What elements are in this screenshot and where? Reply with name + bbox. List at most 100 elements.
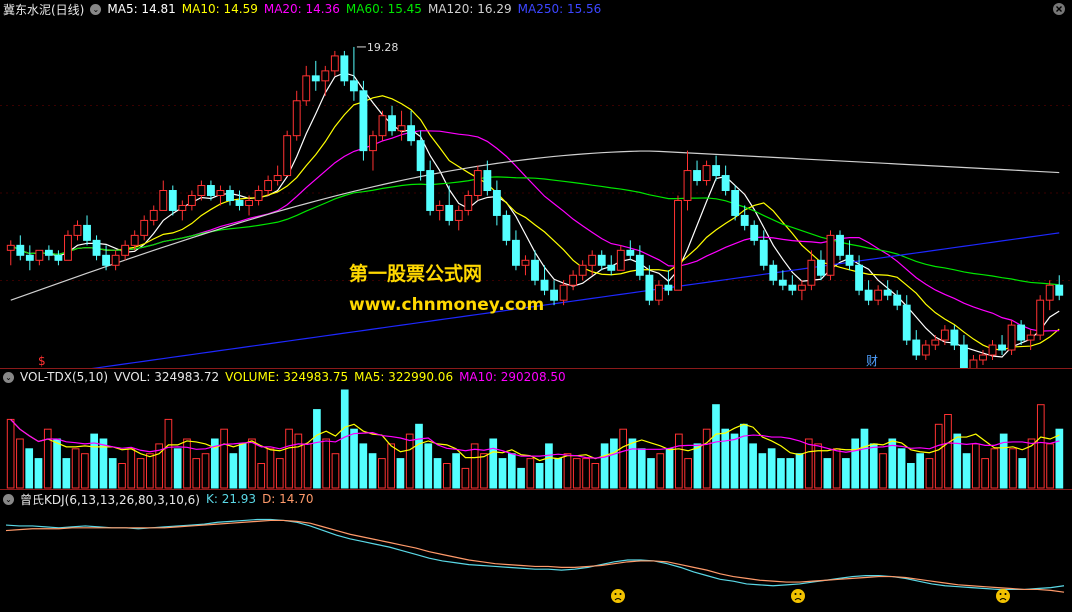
candle [369, 135, 377, 152]
volume-bar [192, 458, 201, 489]
sad-face-circle [791, 589, 805, 603]
volume-label: VOLUME: 324983.75 [225, 370, 349, 384]
candle [407, 125, 416, 142]
candle [769, 264, 778, 281]
volume-bar [136, 458, 145, 489]
candle [645, 274, 654, 301]
volume-bar [591, 463, 600, 489]
volume-bar [582, 458, 590, 489]
collapse-icon[interactable]: ⌄ [3, 493, 14, 505]
candle [807, 259, 816, 286]
volume-bar [62, 458, 71, 489]
volume-bar [173, 448, 182, 489]
candle [635, 254, 644, 276]
candle [912, 339, 921, 356]
candle [321, 70, 330, 82]
volume-bar [990, 448, 999, 489]
volume-bar [164, 418, 173, 489]
candle [235, 199, 244, 206]
volume-bar [71, 448, 80, 489]
volume-bar [34, 458, 43, 489]
volume-bar [971, 443, 980, 489]
candle [864, 289, 873, 301]
volume-bar [610, 438, 618, 489]
candle [883, 289, 892, 296]
kdj-name[interactable]: 曾氏KDJ(6,13,13,26,80,3,10,6) [20, 491, 200, 508]
candle [569, 274, 578, 286]
k-line [5, 518, 1065, 591]
k-label: K: 21.93 [205, 492, 257, 506]
sad-face-eye [614, 593, 617, 595]
volume-bar [944, 414, 952, 489]
volume-bar [712, 404, 720, 489]
volume-bar [433, 458, 442, 489]
volume-bar [1036, 404, 1045, 489]
candle [826, 234, 835, 276]
volume-bar [647, 458, 655, 489]
close-icon[interactable] [1052, 2, 1066, 16]
candle [44, 249, 53, 256]
candle [502, 214, 511, 241]
volume-bar [600, 443, 609, 489]
vol-name[interactable]: VOL-TDX(5,10) [20, 370, 108, 384]
price-legend: 冀东水泥(日线) ⌄ MA5: 14.81 MA10: 14.59 MA20: … [3, 0, 601, 18]
candle [226, 190, 234, 201]
sad-face-icon [996, 589, 1010, 603]
ma60-label: MA60: 15.45 [345, 2, 422, 16]
stock-title[interactable]: 冀东水泥(日线) [3, 1, 84, 18]
volume-bar [526, 458, 535, 489]
volume-bar [962, 453, 971, 489]
volume-bar [897, 448, 906, 489]
kdj-legend: ⌄ 曾氏KDJ(6,13,13,26,80,3,10,6) K: 21.93 D… [3, 490, 314, 508]
candle [902, 304, 911, 341]
candle [483, 170, 492, 192]
candle [25, 254, 34, 261]
high-label: 19.28 [367, 41, 399, 54]
candle [654, 284, 663, 301]
volume-bar [721, 428, 730, 489]
ma120-label: MA120: 16.29 [427, 2, 512, 16]
candle [35, 249, 44, 261]
candle [302, 75, 311, 102]
candle [140, 219, 149, 236]
volume-bar [860, 428, 869, 489]
candle [855, 264, 864, 291]
ma250-label: MA250: 15.56 [517, 2, 602, 16]
volume-bar [702, 428, 711, 489]
candle [197, 185, 206, 196]
volume-bar [925, 458, 934, 489]
candle [893, 294, 902, 306]
collapse-icon[interactable]: ⌄ [3, 371, 14, 383]
volume-bar [795, 453, 804, 489]
volume-bar [470, 443, 479, 489]
volume-bar [545, 443, 553, 489]
candle [102, 254, 111, 266]
candle [950, 329, 959, 346]
volume-bar [758, 453, 767, 489]
collapse-icon[interactable]: ⌄ [90, 3, 102, 15]
marker-s: $ [38, 354, 46, 368]
volume-bar [266, 448, 275, 489]
candle [121, 244, 130, 256]
volume-bar [220, 428, 228, 489]
sad-face-eye [794, 593, 797, 595]
candle [349, 80, 358, 92]
volume-bar [572, 458, 581, 489]
candle [473, 170, 482, 196]
volume-chart[interactable] [0, 386, 1072, 490]
kdj-chart[interactable] [0, 508, 1072, 612]
candle [159, 190, 168, 211]
candle [664, 284, 673, 291]
candle [797, 284, 806, 291]
volume-bar [480, 453, 488, 489]
volume-bar [981, 458, 989, 489]
price-chart[interactable]: 19.2813.52$财 [0, 18, 1072, 368]
volume-bar [16, 438, 24, 489]
volume-bar [387, 443, 395, 489]
candle [959, 344, 968, 368]
candle [540, 279, 549, 291]
candle [731, 190, 740, 216]
sad-face-eye [799, 593, 802, 595]
volume-bar [517, 467, 525, 489]
volume-bar [452, 453, 460, 489]
